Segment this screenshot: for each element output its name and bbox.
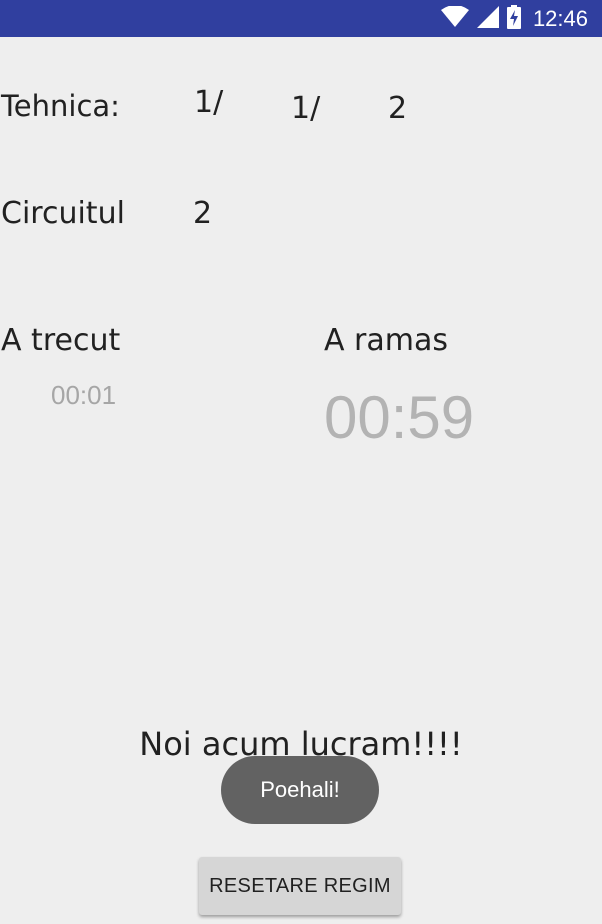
status-time: 12:46 xyxy=(532,5,588,31)
reset-regime-button[interactable]: RESETARE REGIM xyxy=(199,857,401,915)
elapsed-label: A trecut xyxy=(1,323,121,358)
status-bar: 12:46 xyxy=(0,0,602,37)
app-screen: 12:46 Tehnica: 1/ 1/ 2 Circuitul 2 A tre… xyxy=(0,0,602,924)
technique-value-b: 1/ xyxy=(291,91,321,126)
wifi-icon xyxy=(440,4,469,32)
status-icons: 12:46 xyxy=(440,0,588,37)
technique-value-c: 2 xyxy=(388,91,408,126)
technique-label: Tehnica: xyxy=(1,89,120,123)
circuit-value: 2 xyxy=(193,196,213,231)
remaining-time: 00:59 xyxy=(324,384,475,451)
technique-value-a: 1/ xyxy=(194,85,224,120)
signal-icon xyxy=(476,5,499,32)
remaining-label: A ramas xyxy=(324,323,449,358)
circuit-label: Circuitul xyxy=(1,196,125,231)
battery-charging-icon xyxy=(506,4,521,33)
elapsed-time: 00:01 xyxy=(51,380,117,410)
toast-message: Poehali! xyxy=(221,756,379,824)
